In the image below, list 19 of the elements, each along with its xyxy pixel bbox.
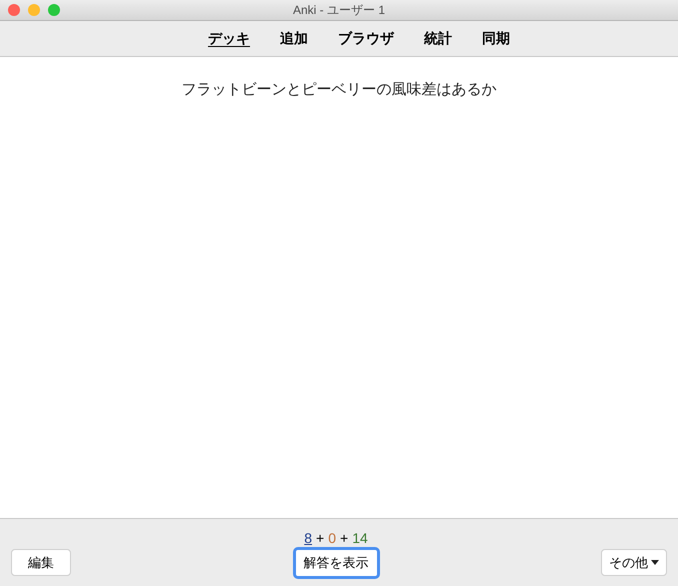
plus-sign: + [316,530,324,546]
show-answer-button[interactable]: 解答を表示 [292,547,380,579]
zoom-icon[interactable] [48,4,60,16]
card-count: 8 [304,530,312,546]
nav-tab[interactable]: 同期 [482,28,510,49]
close-icon[interactable] [8,4,20,16]
edit-button[interactable]: 編集 [11,549,71,576]
nav-tab[interactable]: 追加 [280,28,308,49]
more-button[interactable]: その他 [601,549,667,576]
caret-icon [651,560,659,565]
nav-tab[interactable]: デッキ [208,28,250,49]
plus-sign: + [340,530,348,546]
window-title: Anki - ユーザー 1 [293,2,385,19]
minimize-icon[interactable] [28,4,40,16]
nav-tab[interactable]: ブラウザ [338,28,394,49]
card-count: 14 [352,530,368,546]
question-text: フラットビーンとピーベリーの風味差はあるか [182,80,496,100]
nav-tab[interactable]: 統計 [424,28,452,49]
card-count: 0 [328,530,336,546]
